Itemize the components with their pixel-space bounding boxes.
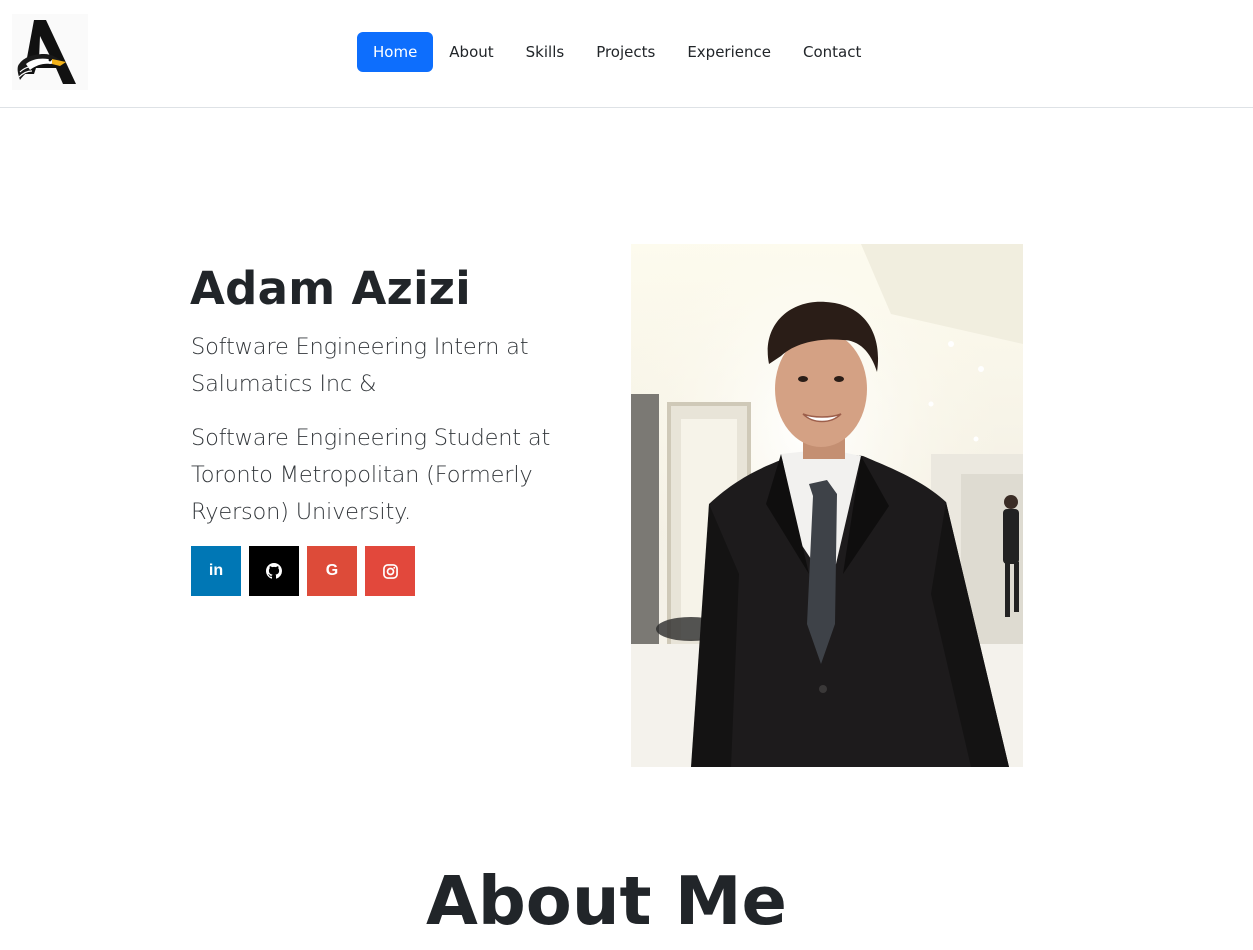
linkedin-button[interactable]: in bbox=[191, 546, 241, 596]
navbar: Home About Skills Projects Experience Co… bbox=[0, 0, 1253, 108]
main-nav: Home About Skills Projects Experience Co… bbox=[357, 32, 877, 72]
instagram-icon bbox=[382, 563, 398, 579]
hero-name: Adam Azizi bbox=[190, 262, 472, 315]
nav-home[interactable]: Home bbox=[357, 32, 434, 72]
nav-about[interactable]: About bbox=[433, 32, 509, 72]
hero-role-intern: Software Engineering Intern at Salumatic… bbox=[191, 334, 529, 397]
github-icon bbox=[266, 563, 282, 579]
nav-skills[interactable]: Skills bbox=[510, 32, 581, 72]
eagle-logo-icon[interactable] bbox=[12, 14, 88, 90]
github-button[interactable] bbox=[249, 546, 299, 596]
social-links: in G bbox=[191, 546, 415, 596]
instagram-button[interactable] bbox=[365, 546, 415, 596]
google-button[interactable]: G bbox=[307, 546, 357, 596]
about-section-title: About Me bbox=[425, 862, 787, 940]
linkedin-icon: in bbox=[208, 562, 224, 579]
nav-experience[interactable]: Experience bbox=[671, 32, 787, 72]
nav-contact[interactable]: Contact bbox=[787, 32, 877, 72]
google-icon: G bbox=[325, 562, 339, 579]
nav-projects[interactable]: Projects bbox=[580, 32, 671, 72]
profile-photo bbox=[631, 244, 1023, 767]
hero-role-student: Software Engineering Student at Toronto … bbox=[191, 425, 551, 525]
